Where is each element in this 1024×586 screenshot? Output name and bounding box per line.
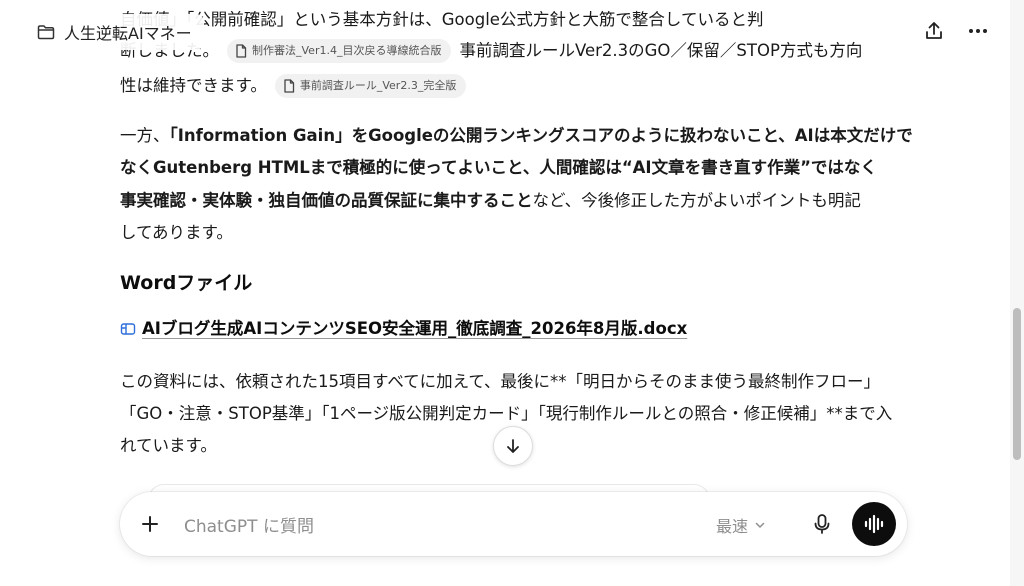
- file-icon: [120, 321, 136, 337]
- arrow-down-icon: [504, 437, 522, 455]
- more-options-button[interactable]: [962, 15, 994, 47]
- message-line: れています。: [120, 436, 217, 455]
- citation-label: 事前調査ルール_Ver2.3_完全版: [299, 79, 457, 92]
- message-text: 性は維持できます。: [120, 76, 267, 95]
- model-label: 最速: [716, 517, 749, 536]
- scroll-to-bottom-button[interactable]: [493, 426, 533, 466]
- message-line: してあります。: [120, 223, 233, 242]
- message-line: 「GO・注意・STOP基準」「1ページ版公開判定カード」「現行制作ルールとの照合…: [120, 404, 893, 423]
- document-icon: [283, 78, 295, 93]
- citation-label: 制作審法_Ver1.4_目次戻る導線統合版: [252, 44, 442, 57]
- prompt-input[interactable]: ChatGPT に質問: [184, 512, 314, 537]
- voice-mode-icon: [863, 514, 885, 534]
- voice-mode-button[interactable]: [852, 502, 896, 546]
- citation-chip[interactable]: 制作審法_Ver1.4_目次戻る導線統合版: [227, 38, 452, 63]
- project-name: 人生逆転AIマネー: [64, 24, 192, 43]
- folder-icon: [36, 22, 56, 42]
- plus-icon: [140, 514, 160, 534]
- message-line: 一方、「Information Gain」をGoogleの公開ランキングスコアの…: [120, 122, 913, 149]
- message-bold-text: 事実確認・実体験・独自価値の品質保証に集中すること: [120, 191, 533, 210]
- message-line: なくGutenberg HTMLまで積極的に使ってよいこと、人間確認は“AI文章…: [120, 158, 877, 177]
- message-bold-text: 「Information Gain」をGoogleの公開ランキングスコアのように…: [169, 126, 913, 145]
- share-button[interactable]: [918, 15, 950, 47]
- more-icon: [967, 20, 989, 42]
- document-icon: [235, 43, 247, 58]
- mic-icon: [812, 513, 832, 535]
- project-chip[interactable]: 人生逆転AIマネー: [28, 14, 204, 50]
- scrollbar-thumb[interactable]: [1013, 308, 1021, 460]
- section-heading: Wordファイル: [120, 272, 253, 294]
- message-line: 性は維持できます。 事前調査ルール_Ver2.3_完全版: [120, 72, 467, 99]
- file-link-row[interactable]: AIブログ生成AIコンテンツSEO安全運用_徹底調査_2026年8月版.docx: [120, 315, 687, 342]
- add-attachment-button[interactable]: [134, 508, 166, 540]
- message-line: この資料には、依頼された15項目すべてに加えて、最後に**「明日からそのまま使う…: [120, 372, 881, 391]
- chevron-down-icon: [754, 519, 766, 531]
- model-selector[interactable]: 最速: [716, 513, 766, 537]
- scrollbar-track[interactable]: [1010, 0, 1024, 586]
- share-icon: [923, 20, 945, 42]
- message-text: など、今後修正した方がよいポイントも明記: [532, 191, 861, 210]
- message-text: 一方、: [120, 126, 170, 145]
- message-line: 自価値」「公開前確認」という基本方針は、Google公式方針と大筋で整合している…: [120, 10, 764, 29]
- dictate-button[interactable]: [806, 508, 838, 540]
- composer: ChatGPT に質問 最速: [120, 492, 907, 556]
- message-line: 事実確認・実体験・独自価値の品質保証に集中することなど、今後修正した方がよいポイ…: [120, 187, 861, 214]
- file-link[interactable]: AIブログ生成AIコンテンツSEO安全運用_徹底調査_2026年8月版.docx: [142, 315, 687, 342]
- message-text: 事前調査ルールVer2.3のGO／保留／STOP方式も方向: [459, 41, 863, 60]
- message-line: 断しました。 制作審法_Ver1.4_目次戻る導線統合版 事前調査ルールVer2…: [120, 37, 862, 64]
- citation-chip[interactable]: 事前調査ルール_Ver2.3_完全版: [274, 73, 467, 98]
